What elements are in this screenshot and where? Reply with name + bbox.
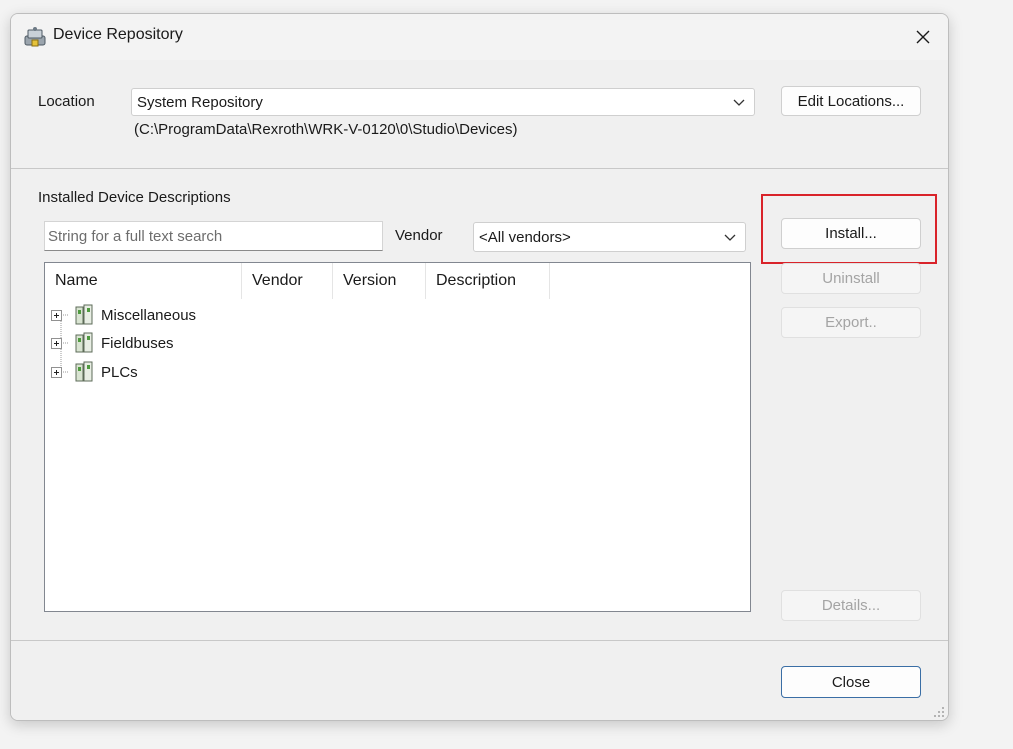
expand-plus-icon[interactable] — [51, 337, 62, 349]
window-close-button[interactable] — [907, 22, 939, 52]
tree-item-label: Fieldbuses — [101, 334, 174, 352]
tree-item-plcs[interactable]: PLCs — [51, 360, 138, 384]
location-label: Location — [38, 93, 95, 110]
location-section: Location System Repository (C:\ProgramDa… — [11, 60, 948, 169]
tree-branch-line — [63, 371, 69, 373]
installed-heading: Installed Device Descriptions — [38, 189, 231, 206]
title-bar: Device Repository — [11, 14, 948, 60]
column-header-name[interactable]: Name — [45, 263, 242, 299]
vendor-label: Vendor — [395, 227, 443, 244]
device-repository-dialog: Device Repository Location System Reposi… — [10, 13, 949, 721]
chevron-down-icon — [733, 99, 745, 106]
column-header-version[interactable]: Version — [333, 263, 426, 299]
tree-branch-line — [63, 342, 69, 344]
repository-app-icon — [24, 27, 46, 47]
device-module-icon — [75, 361, 93, 382]
close-icon — [916, 30, 930, 44]
export-button[interactable]: Export.. — [781, 307, 921, 338]
device-module-icon — [75, 332, 93, 353]
tree-branch-line — [63, 314, 69, 316]
window-title: Device Repository — [53, 26, 183, 43]
device-tree-list[interactable]: Name Vendor Version Description Miscella… — [44, 262, 751, 612]
install-button[interactable]: Install... — [781, 218, 921, 249]
resize-grip-icon[interactable] — [933, 706, 945, 718]
vendor-selected-value: <All vendors> — [479, 228, 571, 246]
column-header-vendor[interactable]: Vendor — [242, 263, 333, 299]
location-path: (C:\ProgramData\Rexroth\WRK-V-0120\0\Stu… — [134, 121, 518, 138]
location-selected-value: System Repository — [137, 93, 263, 111]
details-button[interactable]: Details... — [781, 590, 921, 621]
edit-locations-button[interactable]: Edit Locations... — [781, 86, 921, 116]
chevron-down-icon — [724, 234, 736, 241]
expand-plus-icon[interactable] — [51, 309, 62, 321]
search-input[interactable]: String for a full text search — [44, 221, 383, 251]
tree-item-miscellaneous[interactable]: Miscellaneous — [51, 303, 196, 327]
column-header-description[interactable]: Description — [426, 263, 550, 299]
uninstall-button[interactable]: Uninstall — [781, 263, 921, 294]
tree-item-label: Miscellaneous — [101, 306, 197, 324]
footer-section: Close — [11, 640, 948, 720]
location-combobox[interactable]: System Repository — [131, 88, 755, 116]
device-module-icon — [75, 304, 93, 325]
close-button[interactable]: Close — [781, 666, 921, 698]
vendor-combobox[interactable]: <All vendors> — [473, 222, 746, 252]
tree-item-label: PLCs — [101, 363, 138, 381]
expand-plus-icon[interactable] — [51, 366, 62, 378]
tree-item-fieldbuses[interactable]: Fieldbuses — [51, 331, 174, 355]
